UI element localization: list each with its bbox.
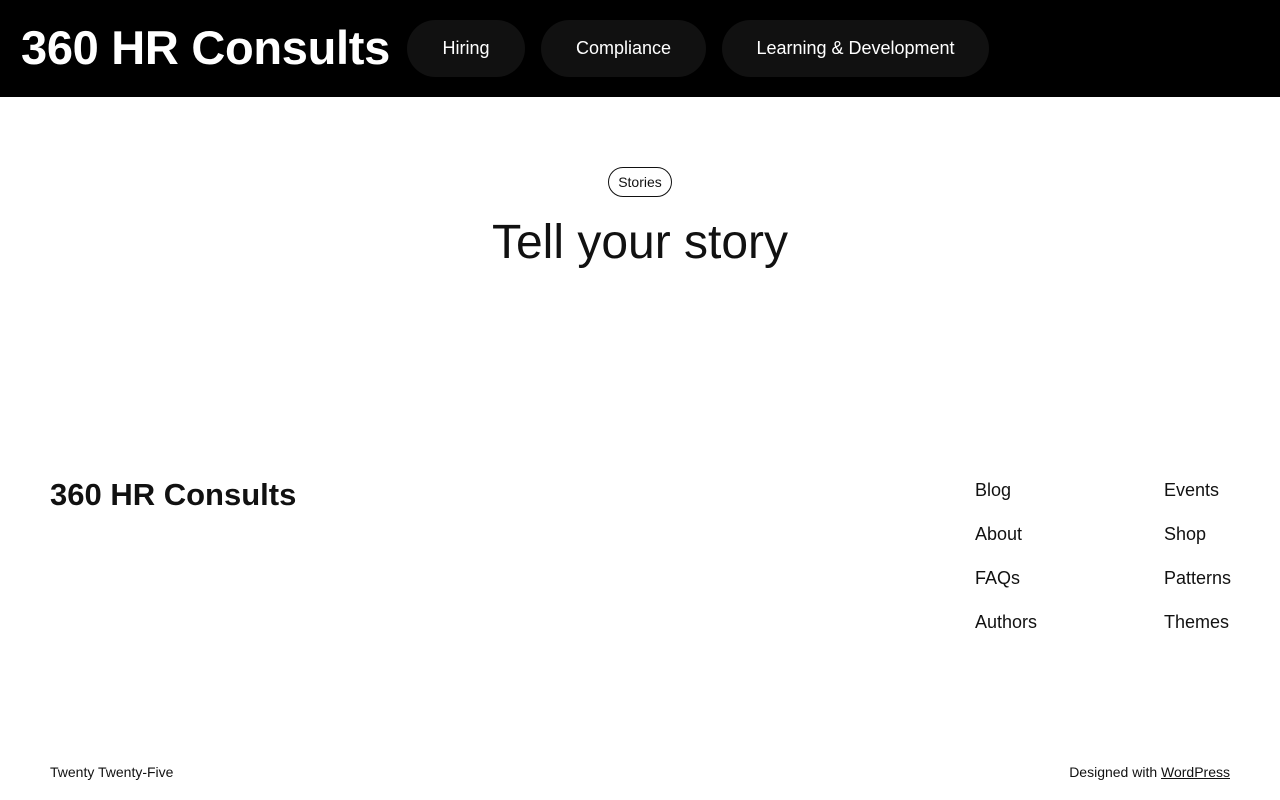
footer-links-column-1: Blog About FAQs Authors — [975, 478, 1037, 654]
footer-link-faqs[interactable]: FAQs — [975, 566, 1037, 610]
footer-link-events[interactable]: Events — [1164, 478, 1231, 522]
wordpress-link[interactable]: WordPress — [1161, 764, 1230, 780]
designed-with-text: Designed with — [1069, 764, 1158, 780]
footer-link-about[interactable]: About — [975, 522, 1037, 566]
footer-site-title-link[interactable]: 360 HR Consults — [50, 477, 296, 513]
footer-links-column-2: Events Shop Patterns Themes — [1164, 478, 1231, 654]
footer-link-patterns[interactable]: Patterns — [1164, 566, 1231, 610]
page-title: Tell your story — [491, 216, 789, 269]
nav-item-learning-development[interactable]: Learning & Development — [722, 20, 989, 77]
theme-credit: Twenty Twenty-Five — [50, 764, 174, 780]
category-badge-link[interactable]: Stories — [608, 167, 672, 197]
footer-link-themes[interactable]: Themes — [1164, 610, 1231, 654]
nav-item-hiring[interactable]: Hiring — [407, 20, 525, 77]
site-title-link[interactable]: 360 HR Consults — [21, 22, 390, 74]
footer-link-shop[interactable]: Shop — [1164, 522, 1231, 566]
footer-link-authors[interactable]: Authors — [975, 610, 1037, 654]
footer-link-blog[interactable]: Blog — [975, 478, 1037, 522]
site-header: 360 HR Consults Hiring Compliance Learni… — [0, 0, 1280, 97]
designed-with-credit: Designed with WordPress — [1069, 764, 1230, 780]
nav-item-compliance[interactable]: Compliance — [541, 20, 706, 77]
